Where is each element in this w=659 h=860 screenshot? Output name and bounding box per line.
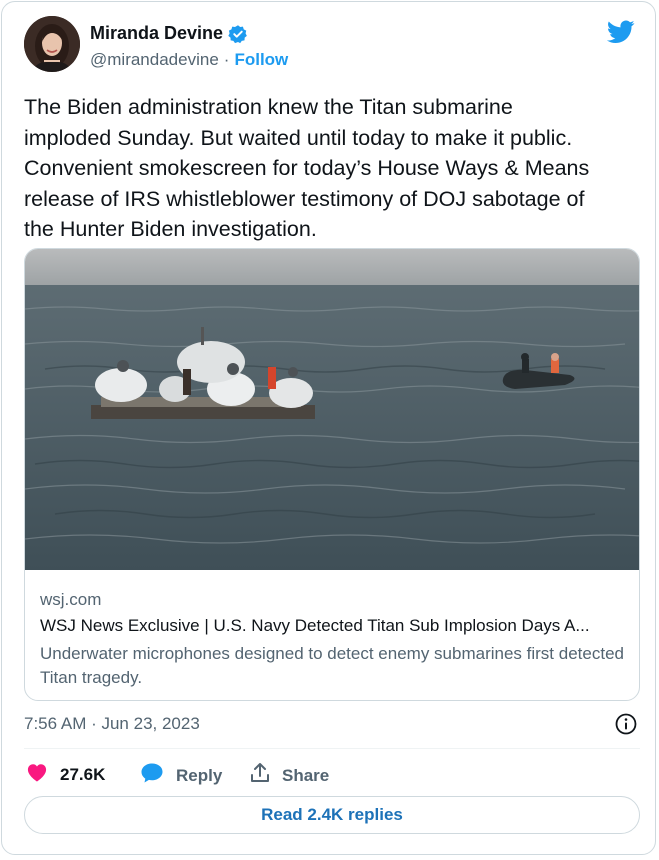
separator-dot: · bbox=[223, 50, 230, 69]
tweet-text: The Biden administration knew the Titan … bbox=[24, 95, 590, 241]
author-handle-row: @mirandadevine · Follow bbox=[90, 50, 288, 70]
divider bbox=[24, 748, 640, 749]
twitter-bird-icon[interactable] bbox=[606, 20, 635, 44]
tweet-timestamp[interactable]: 7:56 AM · Jun 23, 2023 bbox=[24, 714, 200, 734]
reply-label: Reply bbox=[176, 765, 223, 785]
read-replies-button[interactable]: Read 2.4K replies bbox=[24, 796, 640, 834]
share-label: Share bbox=[282, 765, 330, 785]
follow-button[interactable]: Follow bbox=[234, 50, 288, 70]
reply-bubble-icon bbox=[140, 762, 176, 789]
author-name[interactable]: Miranda Devine bbox=[90, 23, 223, 44]
share-icon bbox=[250, 762, 282, 789]
verified-badge-icon bbox=[228, 24, 248, 44]
link-preview-card[interactable]: wsj.com WSJ News Exclusive | U.S. Navy D… bbox=[24, 248, 640, 701]
avatar[interactable] bbox=[24, 16, 80, 72]
link-domain: wsj.com bbox=[40, 590, 102, 609]
like-count: 27.6K bbox=[60, 764, 106, 784]
author-handle[interactable]: @mirandadevine bbox=[90, 50, 219, 70]
heart-icon bbox=[26, 762, 60, 787]
link-title: WSJ News Exclusive | U.S. Navy Detected … bbox=[40, 616, 590, 635]
like-button[interactable]: 27.6K bbox=[26, 762, 105, 787]
read-replies-label: Read 2.4K replies bbox=[261, 805, 403, 824]
tweet-card: Miranda Devine @mirandadevine · Follow T… bbox=[1, 1, 656, 855]
share-button[interactable]: Share bbox=[250, 762, 329, 789]
link-description: Underwater microphones designed to detec… bbox=[40, 644, 624, 687]
info-icon[interactable] bbox=[614, 712, 638, 736]
reply-button[interactable]: Reply bbox=[140, 762, 222, 789]
link-preview-image bbox=[25, 249, 639, 570]
author-name-row: Miranda Devine bbox=[90, 23, 248, 44]
